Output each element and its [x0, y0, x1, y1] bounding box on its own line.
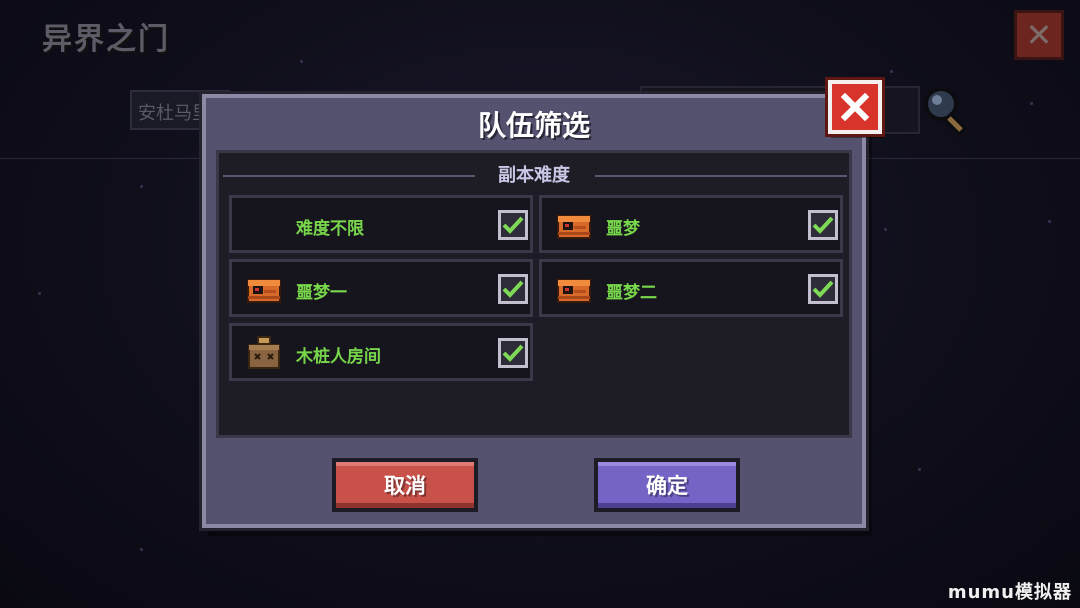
option-checkbox[interactable] [808, 210, 838, 240]
star [918, 468, 921, 471]
dialog-close-button[interactable] [828, 80, 882, 134]
option-difficulty-any[interactable]: 难度不限 [229, 195, 533, 253]
option-nightmare-1[interactable]: 噩梦一 [229, 259, 533, 317]
star [300, 60, 303, 63]
background-close-button[interactable]: ✕ [1014, 10, 1064, 60]
star [1048, 220, 1051, 223]
option-checkbox[interactable] [498, 274, 528, 304]
nightmare-chest-icon [557, 279, 591, 303]
search-icon[interactable] [918, 82, 974, 138]
checkmark-icon [812, 280, 834, 298]
option-label: 难度不限 [296, 219, 364, 239]
checkmark-icon [502, 344, 524, 362]
training-dummy-icon [248, 336, 280, 369]
option-checkbox[interactable] [498, 338, 528, 368]
option-checkbox[interactable] [808, 274, 838, 304]
option-label: 噩梦 [606, 219, 640, 239]
section-title: 副本难度 [498, 165, 570, 186]
confirm-button[interactable]: 确定 [594, 458, 740, 512]
emulator-watermark: mumu模拟器 [947, 582, 1072, 603]
star [884, 228, 887, 231]
option-label: 噩梦二 [606, 283, 657, 303]
option-checkbox[interactable] [498, 210, 528, 240]
cancel-button[interactable]: 取消 [332, 458, 478, 512]
nightmare-chest-icon [247, 279, 281, 303]
star [140, 548, 143, 551]
close-icon [841, 93, 869, 121]
star [38, 292, 41, 295]
nightmare-chest-icon [557, 215, 591, 239]
checkmark-icon [502, 280, 524, 298]
option-label: 噩梦一 [296, 283, 347, 303]
team-filter-dialog: 队伍筛选 副本难度 难度不限 噩梦 噩梦一 噩梦二 木桩人房间 取消 确定 [202, 80, 882, 528]
dialog-title: 队伍筛选 [477, 109, 590, 142]
option-training-dummy-room[interactable]: 木桩人房间 [229, 323, 533, 381]
option-nightmare[interactable]: 噩梦 [539, 195, 843, 253]
close-icon: ✕ [1025, 16, 1053, 54]
star [1030, 102, 1033, 105]
option-label: 木桩人房间 [296, 347, 381, 367]
option-nightmare-2[interactable]: 噩梦二 [539, 259, 843, 317]
checkmark-icon [502, 216, 524, 234]
filter-panel: 副本难度 难度不限 噩梦 噩梦一 噩梦二 木桩人房间 [216, 150, 852, 438]
star [890, 70, 893, 73]
checkmark-icon [812, 216, 834, 234]
background-page-title: 异界之门 [42, 22, 170, 57]
star [140, 185, 143, 188]
